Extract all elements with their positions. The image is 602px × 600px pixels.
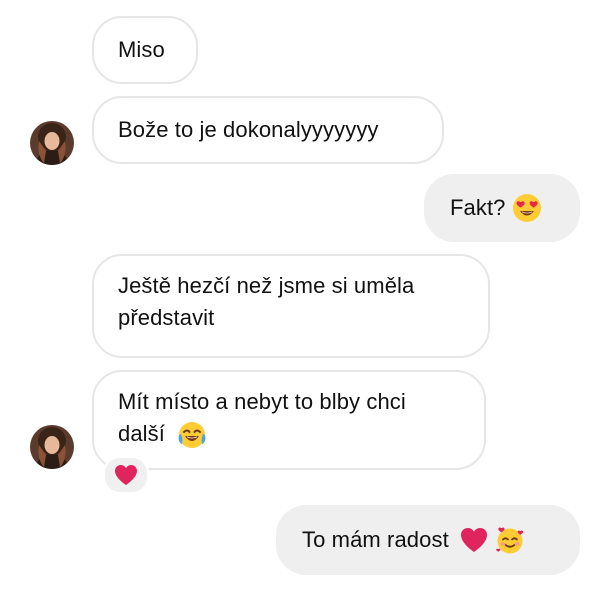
incoming-message-bubble[interactable]: Ještě hezčí než jsme si uměla představit [92,254,490,358]
contact-avatar[interactable] [30,425,74,469]
outgoing-message-bubble[interactable]: To mám radost [276,505,580,575]
heart-eyes-emoji-icon [512,194,541,222]
message-text: Miso [118,37,165,62]
tears-of-joy-emoji-icon [178,422,206,449]
smiling-face-with-hearts-emoji-icon [495,527,523,554]
avatar-photo [30,121,74,165]
contact-avatar[interactable] [30,121,74,165]
message-reaction[interactable] [103,456,149,494]
incoming-message-bubble[interactable]: Bože to je dokonalyyyyyyy [92,96,444,164]
message-text: Bože to je dokonalyyyyyyy [118,117,379,142]
message-text-line-2: další [118,418,207,450]
message-text-line-1: Mít místo a nebyt to blby chci [118,389,406,414]
message-text-line-2: představit [118,305,215,330]
avatar-photo [30,425,74,469]
message-text-line-1: Ještě hezčí než jsme si uměla [118,273,415,298]
message-text: To mám radost [302,527,449,552]
incoming-message-bubble[interactable]: Mít místo a nebyt to blby chci další [92,370,486,470]
red-heart-emoji-icon [115,465,137,485]
incoming-message-bubble[interactable]: Miso [92,16,198,84]
red-heart-emoji-icon [460,528,487,552]
outgoing-message-bubble[interactable]: Fakt? [424,174,580,242]
message-text: Fakt? [450,195,506,220]
chat-thread: Miso Bože to je dokonalyyyyyyy Fakt? Ješ… [0,0,602,600]
message-text: další [118,421,165,446]
